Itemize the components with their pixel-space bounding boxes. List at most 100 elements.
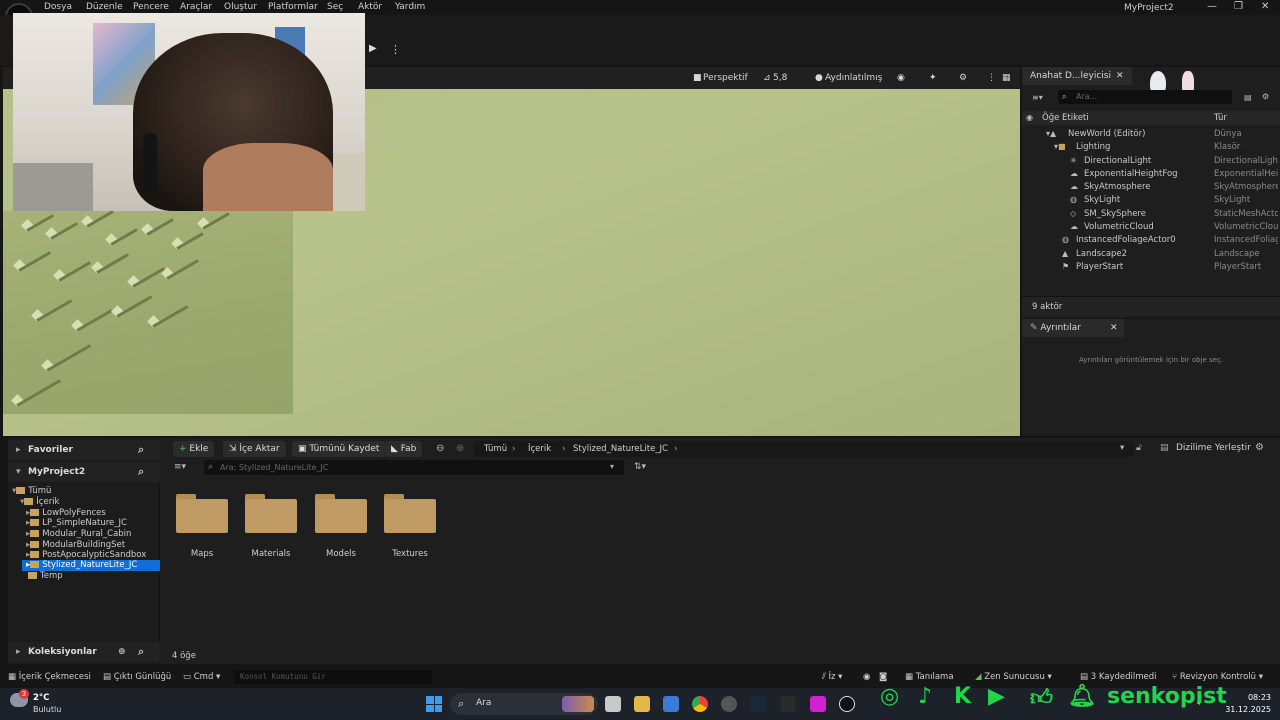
- epic-games-icon[interactable]: [780, 696, 796, 712]
- history-dropdown-icon[interactable]: ▾: [1120, 443, 1124, 453]
- minimize-button[interactable]: —: [1207, 1, 1217, 12]
- screenshot-icon[interactable]: ◙: [879, 672, 887, 682]
- cmd-dropdown[interactable]: ▭ Cmd ▾: [183, 672, 220, 682]
- folder-tile[interactable]: Materials: [243, 490, 299, 560]
- filter-icon[interactable]: ≡▾: [174, 462, 186, 472]
- diagnostics-button[interactable]: ▦ Tanılama: [905, 672, 954, 682]
- outliner-search[interactable]: ⌕ Ara...: [1058, 90, 1232, 104]
- clock-date: 31.12.2025: [1225, 705, 1271, 714]
- tree-item-modular-rural-cabin[interactable]: ▸ Modular_Rural_Cabin: [26, 529, 131, 540]
- search-icon[interactable]: ⌕: [138, 440, 144, 460]
- content-search[interactable]: ⌕ Ara: Stylized_NatureLite_JC ▾: [204, 460, 624, 475]
- menu-tools[interactable]: Araçlar: [180, 2, 212, 12]
- close-icon[interactable]: ✕: [1116, 67, 1124, 85]
- save-all-button[interactable]: ▣ Tümünü Kaydet: [292, 441, 386, 457]
- menu-window[interactable]: Pencere: [133, 2, 169, 12]
- trace-button[interactable]: ⫽ İz ▾: [822, 672, 842, 682]
- folder-tile[interactable]: Textures: [382, 490, 438, 560]
- chevron-down-icon[interactable]: ▾: [610, 462, 614, 471]
- search-icon[interactable]: ⌕: [138, 642, 144, 662]
- breadcrumb: Tümü › İçerik › Stylized_NatureLite_JC ›…: [474, 441, 1134, 457]
- show-eye-icon[interactable]: ◉: [893, 71, 909, 85]
- save-icon: ▣: [298, 444, 310, 454]
- steam-icon[interactable]: [750, 696, 766, 712]
- person-face: [203, 143, 333, 211]
- lock-icon[interactable]: 🔓︎: [1136, 443, 1142, 453]
- dock-layout-button[interactable]: Dizilime Yerleştir: [1176, 443, 1251, 453]
- folder-add-icon[interactable]: ▤: [1244, 93, 1252, 102]
- fov-value[interactable]: 5,8: [769, 71, 791, 85]
- menu-select[interactable]: Seç: [327, 2, 343, 12]
- filter-icon[interactable]: ≡▾: [1032, 93, 1043, 102]
- col-label-header[interactable]: Öğe Etiketi: [1042, 113, 1089, 123]
- play-icon[interactable]: ▶: [369, 43, 385, 57]
- menu-edit[interactable]: Düzenle: [86, 2, 123, 12]
- settings-icon[interactable]: ⚙: [1255, 442, 1264, 453]
- menu-build[interactable]: Oluştur: [224, 2, 257, 12]
- chrome-icon[interactable]: [692, 696, 708, 712]
- unsaved-button[interactable]: ▤ 3 Kaydedilmedi: [1080, 672, 1157, 682]
- unreal-taskbar-icon[interactable]: [839, 696, 855, 712]
- tree-item-all[interactable]: ▾ Tümü: [12, 486, 51, 497]
- taskbar-search[interactable]: ⌕ Ara: [450, 693, 598, 715]
- outliner-tab[interactable]: Anahat D...leyicisi ✕: [1022, 67, 1132, 85]
- add-button[interactable]: + Ekle: [173, 441, 215, 457]
- settings-gear-icon[interactable]: ⚙: [955, 71, 971, 85]
- chevron-right-icon: ›: [674, 444, 678, 454]
- eye-icon[interactable]: ◉: [1026, 113, 1033, 122]
- couch: [13, 163, 93, 211]
- search-icon: ⌕: [458, 697, 465, 710]
- tree-item-content[interactable]: ▾ İçerik: [20, 497, 59, 508]
- chevron-right-icon: ▸: [16, 445, 21, 455]
- maximize-button[interactable]: ❐: [1234, 1, 1243, 12]
- task-view-icon[interactable]: [605, 696, 621, 712]
- menu-actor[interactable]: Aktör: [358, 2, 382, 12]
- revision-control-button[interactable]: ⑂ Revizyon Kontrolü ▾: [1172, 672, 1263, 682]
- breadcrumb-item[interactable]: Stylized_NatureLite_JC: [573, 444, 668, 454]
- windows-start-icon[interactable]: [426, 696, 442, 712]
- back-arrow-icon[interactable]: ⊖: [436, 443, 444, 454]
- collections-header[interactable]: ▸ Koleksiyonlar ⊕ ⌕: [8, 642, 160, 662]
- close-icon[interactable]: ✕: [1110, 319, 1118, 337]
- project-header[interactable]: ▾ MyProject2 ⌕: [8, 462, 160, 482]
- app-purple-icon[interactable]: [810, 696, 826, 712]
- search-icon[interactable]: ⌕: [138, 462, 144, 482]
- details-tab[interactable]: ✎ Ayrıntılar ✕: [1022, 319, 1124, 337]
- app-icon[interactable]: [721, 696, 737, 712]
- import-button[interactable]: ⇲ İçe Aktar: [223, 441, 286, 457]
- breadcrumb-item[interactable]: İçerik: [528, 444, 551, 454]
- sort-icon[interactable]: ⇅▾: [634, 462, 646, 472]
- settings-icon[interactable]: ⚙: [1262, 92, 1269, 101]
- folder-tile[interactable]: Maps: [174, 490, 230, 560]
- menu-platforms[interactable]: Platformlar: [268, 2, 318, 12]
- menu-help[interactable]: Yardım: [395, 2, 425, 12]
- tree-item-temp[interactable]: Temp: [28, 571, 63, 582]
- layout-grid-icon[interactable]: ▦: [998, 71, 1015, 85]
- file-explorer-icon[interactable]: [634, 696, 650, 712]
- fab-button[interactable]: ◣ Fab: [385, 441, 423, 457]
- favorites-header[interactable]: ▸ Favoriler ⌕: [8, 440, 160, 460]
- breadcrumb-item[interactable]: Tümü: [484, 444, 507, 454]
- tree-item-stylized-naturelite[interactable]: ▸ Stylized_NatureLite_JC: [22, 560, 160, 571]
- forward-arrow-icon[interactable]: ⊕: [456, 443, 464, 454]
- output-log-button[interactable]: ▤ Çıktı Günlüğü: [103, 672, 171, 682]
- search-icon: ⌕: [208, 462, 214, 472]
- more-options-icon[interactable]: ⋮: [390, 43, 401, 56]
- zen-server-button[interactable]: ◢ Zen Sunucusu ▾: [975, 672, 1052, 682]
- tree-item-lp-simplenature[interactable]: ▸ LP_SimpleNature_JC: [26, 518, 127, 529]
- instagram-icon: ◎: [880, 684, 900, 709]
- headphones: [143, 133, 157, 193]
- content-drawer-button[interactable]: ▦ İçerik Çekmecesi: [8, 672, 91, 682]
- menu-file[interactable]: Dosya: [44, 2, 72, 12]
- console-input[interactable]: Konsol Komutunu Gir: [234, 670, 432, 684]
- col-type-header[interactable]: Tür: [1214, 113, 1227, 123]
- lighting-mode-button[interactable]: Aydınlatılmış: [821, 71, 886, 85]
- record-icon[interactable]: ◉: [863, 672, 870, 682]
- store-icon[interactable]: [663, 696, 679, 712]
- realtime-icon[interactable]: ✦: [925, 71, 941, 85]
- folder-tile[interactable]: Models: [313, 490, 369, 560]
- chevron-right-icon: ›: [512, 444, 516, 454]
- close-button[interactable]: ✕: [1261, 1, 1269, 12]
- add-collection-icon[interactable]: ⊕: [118, 642, 126, 662]
- perspective-button[interactable]: Perspektif: [699, 71, 752, 85]
